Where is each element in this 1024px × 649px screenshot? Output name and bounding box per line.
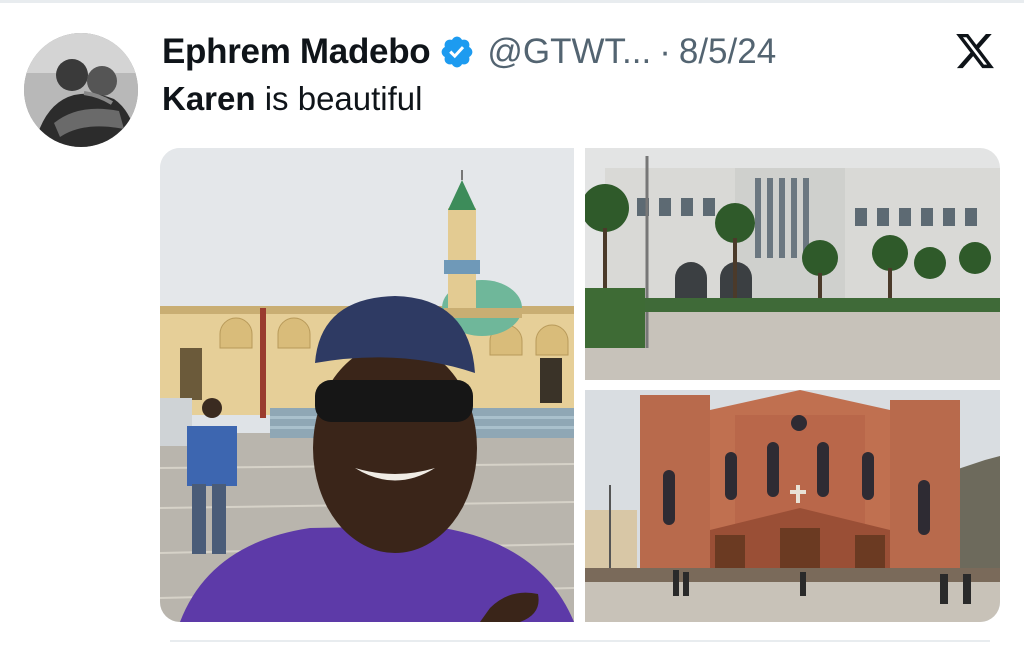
tweet-text-rest: is beautiful xyxy=(255,80,423,117)
tweet-date[interactable]: 8/5/24 xyxy=(679,32,776,72)
media-grid xyxy=(160,148,1000,622)
photo-brick-church[interactable] xyxy=(585,390,1000,622)
author-name[interactable]: Ephrem Madebo xyxy=(162,32,431,72)
x-logo-icon[interactable] xyxy=(953,30,997,72)
tweet-text: Karen is beautiful xyxy=(162,80,422,118)
photo-selfie-mosque[interactable] xyxy=(160,148,574,622)
author-handle[interactable]: @GTWT... xyxy=(487,32,651,72)
bottom-divider xyxy=(170,640,990,642)
top-divider xyxy=(0,0,1024,3)
author-avatar[interactable] xyxy=(24,33,138,147)
meta-separator: · xyxy=(659,32,671,71)
photo-building-palms[interactable] xyxy=(585,148,1000,380)
tweet-text-bold: Karen xyxy=(162,80,256,117)
tweet-header: Ephrem Madebo @GTWT... · 8/5/24 xyxy=(162,28,776,76)
verified-badge-icon xyxy=(441,36,473,68)
